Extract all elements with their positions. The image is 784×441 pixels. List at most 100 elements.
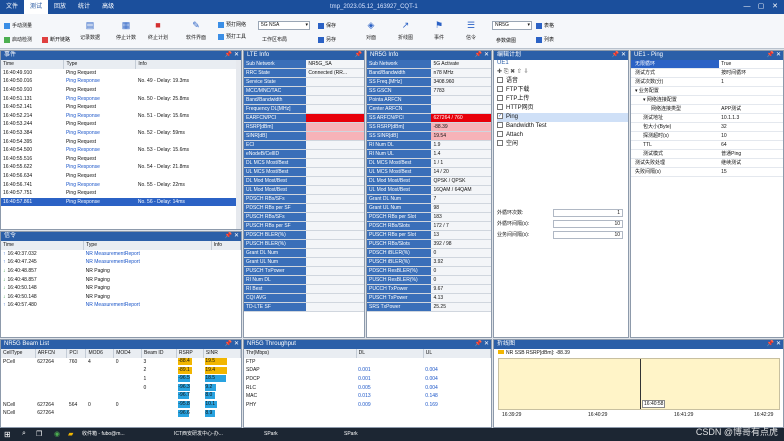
column-header[interactable]: DL — [356, 349, 423, 358]
plan-item[interactable]: FTP下载 — [497, 86, 628, 95]
line-chart-button[interactable]: ↗折线图 — [398, 18, 413, 41]
menu-item[interactable]: 统计 — [72, 0, 96, 14]
plan-item[interactable]: 语音 — [497, 77, 628, 86]
workspace-layout-button[interactable]: 工作区布局 — [262, 36, 287, 43]
table-row[interactable]: 16:40:49.910Ping Request — [1, 69, 241, 78]
number-input[interactable]: 1 — [553, 209, 623, 217]
checkbox[interactable] — [497, 86, 503, 92]
property-row[interactable]: ▾ 业务配置 — [631, 87, 783, 96]
property-row[interactable]: 测试地址10.1.1.3 — [631, 114, 783, 123]
column-header[interactable]: PCI — [67, 349, 86, 358]
menu-item[interactable]: 回放 — [48, 0, 72, 14]
column-header[interactable]: Time — [1, 60, 64, 69]
menu-item[interactable]: 文件 — [0, 0, 24, 14]
pin-icon[interactable]: 📌 ✕ — [225, 51, 239, 60]
preset-network-button[interactable]: 预打网络 — [218, 21, 246, 28]
table-row[interactable]: ↓16:40:50.148NR Paging — [1, 284, 241, 293]
pin-icon[interactable]: 📌 ✕ — [612, 51, 626, 60]
table-row[interactable]: 1-96.518.5 — [1, 375, 241, 384]
table-row[interactable]: 2-89.119.4 — [1, 366, 241, 375]
pin-icon[interactable]: 📌 ✕ — [225, 232, 239, 241]
maximize-icon[interactable]: ▢ — [754, 0, 768, 14]
column-header[interactable]: Info — [211, 241, 240, 250]
property-row[interactable]: 失败间隔(s)15 — [631, 168, 783, 177]
checkbox[interactable]: ✓ — [497, 113, 503, 119]
scrollbar[interactable] — [236, 60, 241, 229]
mode-select[interactable]: NR5G — [492, 21, 532, 30]
property-value[interactable]: 按时间循环 — [719, 69, 783, 78]
column-header[interactable]: ARFCN — [35, 349, 67, 358]
param-plot-button[interactable]: 参数做图 — [496, 37, 516, 44]
table-row[interactable]: 16:40:56.741Ping ResponseNo. 55 - Delay:… — [1, 180, 241, 189]
column-header[interactable]: UL — [423, 349, 490, 358]
checkbox[interactable] — [497, 95, 503, 101]
property-row[interactable]: 包大小(Byte)32 — [631, 123, 783, 132]
table-row[interactable]: 16:40:50.910Ping Request — [1, 86, 241, 95]
property-value[interactable]: 64 — [719, 141, 783, 150]
list-button[interactable]: 列表 — [536, 36, 554, 43]
checkbox[interactable] — [497, 140, 503, 146]
table-row[interactable]: 16:40:51.131Ping ResponseNo. 50 - Delay:… — [1, 94, 241, 103]
taskbar-item[interactable]: SPark — [344, 430, 358, 439]
pin-icon[interactable]: 📌 — [355, 51, 362, 60]
property-value[interactable]: 1 — [719, 78, 783, 87]
property-value[interactable] — [719, 87, 783, 96]
pin-icon[interactable]: 📌 ✕ — [767, 51, 781, 60]
windows-start-icon[interactable]: ⊞ — [4, 430, 11, 439]
table-row[interactable]: 16:40:52.141Ping Request — [1, 103, 241, 112]
property-value[interactable]: 继续测试 — [719, 159, 783, 168]
property-value[interactable]: 10 — [719, 132, 783, 141]
disconnect-button[interactable]: 断开链路 — [42, 36, 70, 43]
table-row[interactable]: ↑16:40:37.032NR MeasurementReport — [1, 250, 241, 259]
table-row[interactable]: 16:40:57.861Ping ResponseNo. 56 - Delay:… — [1, 198, 241, 207]
plan-item[interactable]: ✓Ping — [497, 113, 628, 122]
checkbox[interactable] — [497, 131, 503, 137]
table-row[interactable]: ↓16:40:48.857NR Paging — [1, 275, 241, 284]
table-row[interactable]: 16:40:54.395Ping Request — [1, 137, 241, 146]
table-button[interactable]: 表格 — [536, 22, 554, 29]
map-button[interactable]: ◈对面 — [364, 18, 378, 41]
property-value[interactable]: 32 — [719, 123, 783, 132]
task-view-icon[interactable]: ❐ — [36, 430, 42, 438]
table-row[interactable]: 16:40:50.016Ping ResponseNo. 49 - Delay:… — [1, 77, 241, 86]
property-value[interactable]: 10.1.1.3 — [719, 114, 783, 123]
plan-item[interactable]: HTTP网页 — [497, 104, 628, 113]
chrome-icon[interactable]: ◉ — [54, 430, 60, 438]
property-row[interactable]: 测试模式普通Ping — [631, 150, 783, 159]
stop-count-button[interactable]: ▦停止计数 — [116, 18, 136, 41]
plan-item[interactable]: 空闲 — [497, 140, 628, 149]
property-row[interactable]: 测试次数(分)1 — [631, 78, 783, 87]
plan-item[interactable]: FTP上传 — [497, 95, 628, 104]
record-data-button[interactable]: ▤记录数据 — [80, 18, 100, 41]
property-row[interactable]: 无限循环True — [631, 60, 783, 69]
column-header[interactable]: Info — [136, 60, 241, 69]
pin-icon[interactable]: 📌 ✕ — [225, 340, 239, 349]
menu-item[interactable]: 测试 — [24, 0, 48, 14]
table-row[interactable]: ↑16:40:57.480NR MeasurementReport — [1, 301, 241, 310]
table-row[interactable]: -96.78.0 — [1, 392, 241, 401]
search-icon[interactable]: ⌕ — [22, 430, 26, 438]
table-row[interactable]: 16:40:53.244Ping Request — [1, 120, 241, 129]
column-header[interactable]: SINR — [203, 349, 240, 358]
table-row[interactable]: 16:40:57.751Ping Request — [1, 189, 241, 198]
taskbar-item[interactable]: ICT西安研发中心-办... — [174, 430, 223, 439]
number-input[interactable]: 10 — [553, 220, 623, 228]
plan-item[interactable]: Bandwidth Test — [497, 122, 628, 131]
property-row[interactable]: 探测超时(s)10 — [631, 132, 783, 141]
property-row[interactable]: ▾ 网络连接配置 — [631, 96, 783, 105]
property-row[interactable]: 测试失败处理继续测试 — [631, 159, 783, 168]
column-header[interactable]: CellType — [1, 349, 35, 358]
property-row[interactable]: 测试方式按时间循环 — [631, 69, 783, 78]
software-ui-button[interactable]: ✎软件界面 — [186, 18, 206, 41]
column-header[interactable]: MOD6 — [86, 349, 114, 358]
close-icon[interactable]: ✕ — [768, 0, 782, 14]
column-header[interactable]: Beam ID — [141, 349, 176, 358]
column-header[interactable]: Time — [1, 241, 84, 250]
table-row[interactable]: 16:40:55.516Ping Request — [1, 155, 241, 164]
save-button[interactable]: 保存 — [318, 22, 336, 29]
property-value[interactable]: 15 — [719, 168, 783, 177]
column-header[interactable]: RSRP — [176, 349, 203, 358]
number-input[interactable]: 10 — [553, 231, 623, 239]
checkbox[interactable] — [497, 122, 503, 128]
plan-item[interactable]: Attach — [497, 131, 628, 140]
